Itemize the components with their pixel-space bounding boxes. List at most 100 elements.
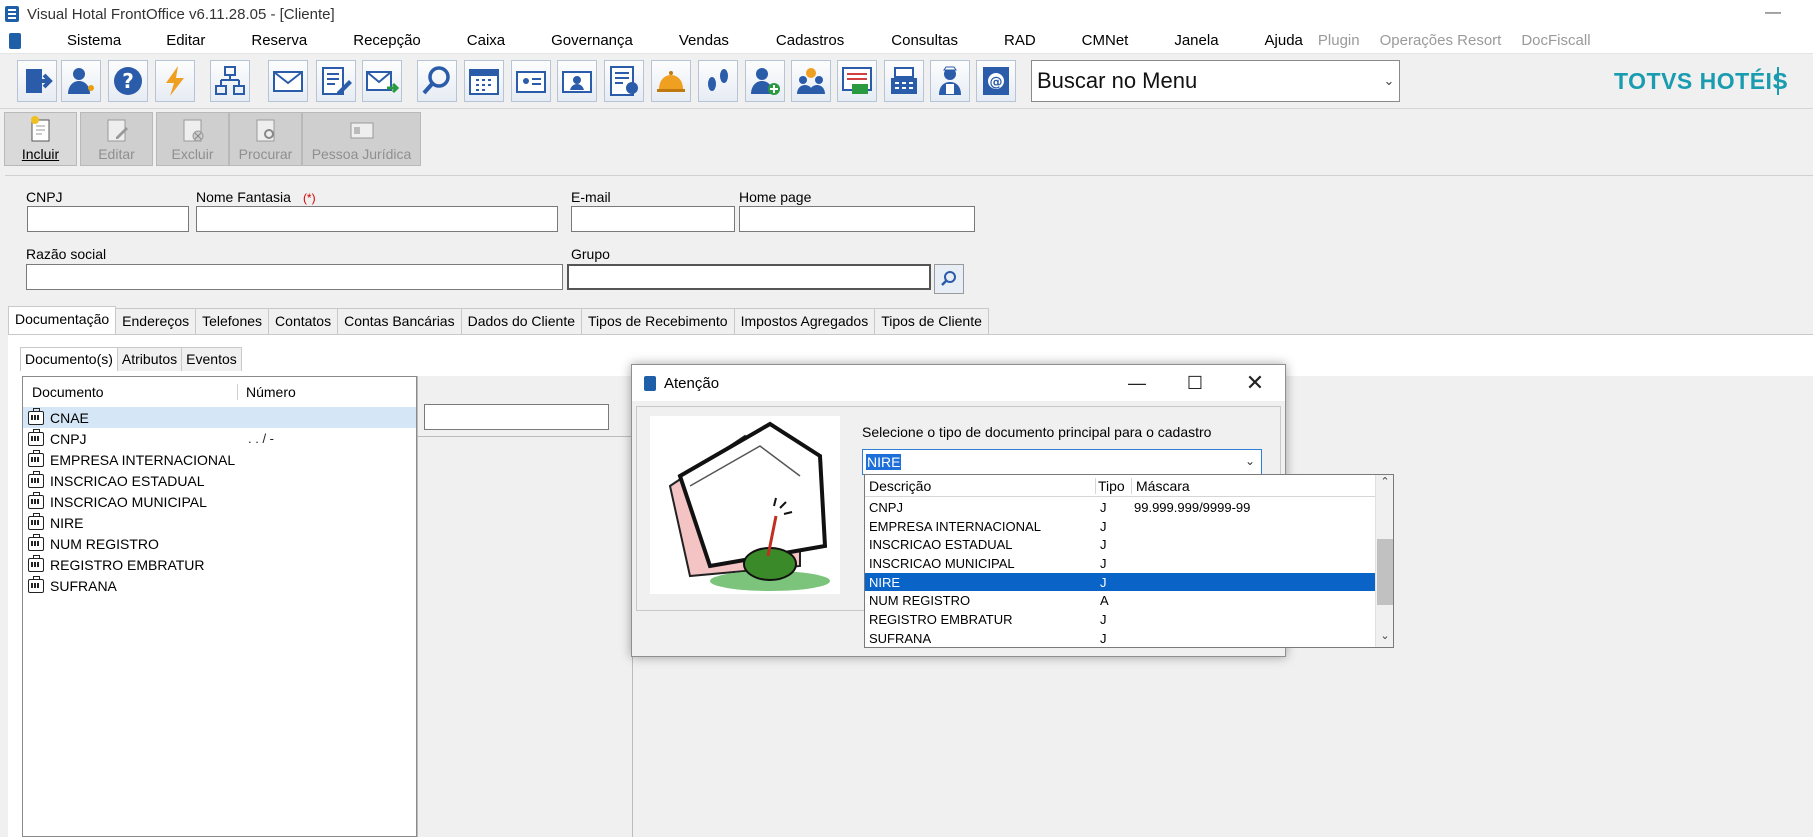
menu-sistema[interactable]: Sistema [67, 32, 121, 49]
excluir-button[interactable]: Excluir [156, 112, 229, 166]
help-icon[interactable]: ? [108, 60, 148, 102]
menu-governanca[interactable]: Governança [551, 32, 633, 49]
tab-tipos-recebimento[interactable]: Tipos de Recebimento [581, 308, 735, 334]
subtab-documentos[interactable]: Documento(s) [20, 347, 118, 371]
cash-register-icon[interactable] [884, 60, 924, 102]
minimize-button[interactable]: — [1763, 4, 1783, 22]
edit-list-icon[interactable] [316, 60, 356, 102]
hotel-menu-icon[interactable] [9, 32, 21, 49]
email-field[interactable] [571, 206, 735, 232]
cnpj-label: CNPJ [26, 189, 63, 205]
documento-column-header[interactable]: Documento [23, 383, 238, 400]
footprints-icon[interactable] [698, 60, 738, 102]
menu-cadastros[interactable]: Cadastros [776, 32, 844, 49]
menu-caixa[interactable]: Caixa [467, 32, 505, 49]
search-icon[interactable] [417, 60, 457, 102]
tab-tipos-cliente[interactable]: Tipos de Cliente [874, 308, 989, 334]
table-row[interactable]: NIRE [23, 512, 416, 533]
tab-enderecos[interactable]: Endereços [115, 308, 197, 334]
hotel-app-icon [644, 375, 656, 391]
tipo-cell: J [1100, 518, 1107, 534]
menu-operacoes-resort: Operações Resort [1379, 32, 1502, 49]
menu-vendas[interactable]: Vendas [679, 32, 729, 49]
numero-column-header[interactable]: Número [238, 384, 296, 400]
tab-contas-bancarias[interactable]: Contas Bancárias [337, 308, 462, 334]
tab-contatos[interactable]: Contatos [268, 308, 339, 334]
razao-social-field[interactable] [26, 264, 563, 290]
menu-recepcao[interactable]: Recepção [353, 32, 421, 49]
tab-impostos-agregados[interactable]: Impostos Agregados [733, 308, 876, 334]
subtab-eventos[interactable]: Eventos [181, 347, 242, 371]
add-user-icon[interactable] [745, 60, 785, 102]
table-row[interactable]: CNPJ . . / - [23, 428, 416, 449]
minimize-icon[interactable]: — [1125, 371, 1149, 395]
guest-list-icon[interactable] [604, 60, 644, 102]
nome-fantasia-field[interactable] [196, 206, 558, 232]
menu-cmnet[interactable]: CMNet [1082, 32, 1129, 49]
list-item[interactable]: NUM REGISTRO A [865, 591, 1376, 610]
menu-consultas[interactable]: Consultas [891, 32, 958, 49]
maid-icon[interactable] [930, 60, 970, 102]
group-icon[interactable] [791, 60, 831, 102]
document-type-select[interactable]: NIRE ⌄ [862, 449, 1262, 475]
document-icon [28, 554, 44, 572]
contact-card-icon[interactable]: @ [976, 60, 1016, 102]
table-row[interactable]: CNAE [23, 407, 416, 428]
bell-icon[interactable] [651, 60, 691, 102]
dropdown-scrollbar[interactable]: ⌃ ⌄ [1375, 475, 1393, 647]
list-item[interactable]: CNPJ J 99.999.999/9999-99 [865, 498, 1376, 517]
menu-ajuda[interactable]: Ajuda [1265, 32, 1303, 49]
list-item[interactable]: SUFRANA J [865, 629, 1376, 648]
network-icon[interactable] [210, 60, 250, 102]
close-icon[interactable]: ✕ [1243, 370, 1267, 395]
subtab-atributos[interactable]: Atributos [116, 347, 183, 371]
menu-janela[interactable]: Janela [1174, 32, 1218, 49]
list-item[interactable]: INSCRICAO MUNICIPAL J [865, 554, 1376, 573]
id-card-icon[interactable] [557, 60, 597, 102]
incluir-button[interactable]: Incluir [4, 112, 77, 166]
user-key-icon[interactable] [61, 60, 101, 102]
procurar-button[interactable]: Procurar [229, 112, 302, 166]
tab-documentacao[interactable]: Documentação [8, 306, 117, 334]
tab-telefones[interactable]: Telefones [195, 308, 270, 334]
table-row[interactable]: SUFRANA [23, 575, 416, 596]
mail-icon[interactable] [268, 60, 308, 102]
exit-icon[interactable] [17, 60, 57, 102]
scroll-down-icon[interactable]: ⌄ [1376, 629, 1394, 647]
lightning-icon[interactable] [155, 60, 195, 102]
document-number-input[interactable] [424, 404, 609, 430]
pessoa-juridica-button[interactable]: Pessoa Jurídica [302, 112, 421, 166]
grupo-search-button[interactable] [934, 264, 964, 294]
invoice-icon[interactable] [837, 60, 877, 102]
table-row[interactable]: INSCRICAO ESTADUAL [23, 470, 416, 491]
chevron-down-icon[interactable]: ⌄ [1245, 454, 1255, 468]
menu-rad[interactable]: RAD [1004, 32, 1036, 49]
excluir-label: Excluir [171, 146, 214, 162]
cnpj-field[interactable] [27, 206, 189, 232]
grupo-field[interactable] [567, 264, 931, 290]
card-icon[interactable] [511, 60, 551, 102]
tipo-cell: A [1100, 593, 1109, 609]
table-row[interactable]: REGISTRO EMBRATUR [23, 554, 416, 575]
list-item[interactable]: REGISTRO EMBRATUR J [865, 610, 1376, 629]
tab-dados-cliente[interactable]: Dados do Cliente [460, 308, 583, 334]
editar-button[interactable]: Editar [80, 112, 153, 166]
list-item[interactable]: NIRE J [865, 572, 1376, 592]
list-item[interactable]: EMPRESA INTERNACIONAL J [865, 517, 1376, 536]
menu-editar[interactable]: Editar [166, 32, 205, 49]
list-item[interactable]: INSCRICAO ESTADUAL J [865, 535, 1376, 554]
menu-reserva[interactable]: Reserva [251, 32, 307, 49]
razao-social-label: Razão social [26, 246, 107, 262]
table-row[interactable]: NUM REGISTRO [23, 533, 416, 554]
scroll-up-icon[interactable]: ⌃ [1376, 475, 1394, 493]
mail-send-icon[interactable] [362, 60, 402, 102]
maximize-icon[interactable]: ☐ [1183, 371, 1207, 395]
editar-label: Editar [98, 146, 135, 162]
chevron-down-icon[interactable]: ⌄ [1379, 73, 1399, 89]
table-row[interactable]: EMPRESA INTERNACIONAL [23, 449, 416, 470]
homepage-field[interactable] [739, 206, 975, 232]
scroll-thumb[interactable] [1377, 539, 1393, 605]
search-menu-combobox[interactable]: Buscar no Menu ⌄ [1031, 60, 1400, 102]
calendar-icon[interactable] [464, 60, 504, 102]
table-row[interactable]: INSCRICAO MUNICIPAL [23, 491, 416, 512]
